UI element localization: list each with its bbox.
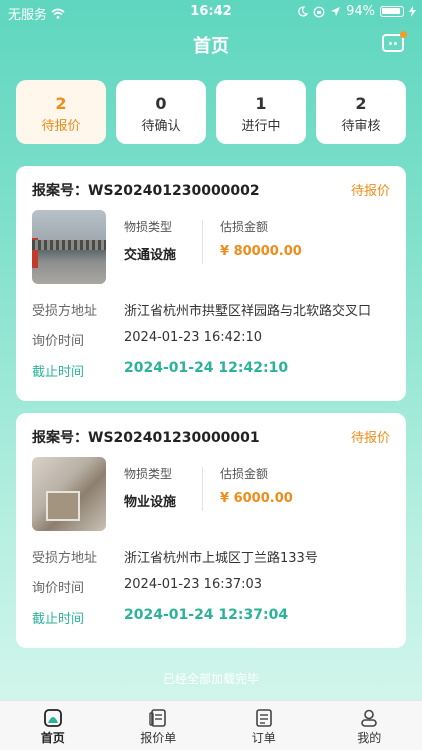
tab-count: 1: [255, 94, 267, 113]
address-value: 浙江省杭州市拱墅区祥园路与北软路交叉口: [124, 304, 372, 319]
divider: [202, 467, 203, 511]
inquiry-time-value: 2024-01-23 16:37:03: [124, 577, 263, 592]
address-label: 受损方地址: [32, 304, 98, 319]
page-title: 首页: [193, 36, 229, 57]
tab-label: 待审核: [341, 119, 381, 134]
status-bar: 无服务 16:42 94%: [0, 0, 422, 24]
damage-type-value: 交通设施: [124, 248, 177, 263]
bottom-nav: 首页 报价单 订单 我的: [0, 700, 422, 750]
user-icon: [361, 709, 378, 727]
case-number: 报案号：WS202401230000002: [32, 180, 260, 200]
inquiry-time-label: 询价时间: [32, 581, 85, 596]
tab-pending-review[interactable]: 2 待审核: [316, 80, 406, 144]
amount-label: 估损金额: [220, 220, 269, 234]
moon-icon: [298, 6, 309, 17]
battery-percent: 94%: [346, 4, 375, 19]
inquiry-time-label: 询价时间: [32, 334, 85, 349]
amount-value: ¥ 6000.00: [220, 491, 293, 506]
tab-count: 0: [155, 94, 167, 113]
tab-label: 待确认: [141, 119, 181, 134]
tab-count: 2: [355, 94, 367, 113]
inquiry-time-value: 2024-01-23 16:42:10: [124, 330, 263, 345]
charging-icon: [409, 6, 416, 17]
nav-order[interactable]: 订单: [211, 701, 317, 750]
lock-rotation-icon: [313, 6, 325, 17]
case-card[interactable]: 报案号：WS202401230000002 待报价 物损类型 交通设施 估损金额…: [16, 166, 406, 401]
deadline-label: 截止时间: [32, 612, 85, 627]
damage-type-label: 物损类型: [124, 467, 173, 481]
load-complete-tip: 已经全部加载完毕: [162, 672, 259, 686]
battery-icon: [380, 6, 404, 17]
address-value: 浙江省杭州市上城区丁兰路133号: [124, 551, 318, 566]
case-no: WS202401230000001: [88, 430, 260, 446]
deadline-value: 2024-01-24 12:42:10: [124, 360, 289, 376]
damage-type-label: 物损类型: [124, 220, 173, 234]
case-label: 报案号：: [32, 183, 88, 199]
case-card[interactable]: 报案号：WS202401230000001 待报价 物损类型 物业设施 估损金额…: [16, 413, 406, 648]
amount-label: 估损金额: [220, 467, 269, 481]
tab-in-progress[interactable]: 1 进行中: [216, 80, 306, 144]
nav-quote[interactable]: 报价单: [106, 701, 212, 750]
divider: [202, 220, 203, 264]
order-icon: [255, 709, 272, 727]
nav-label: 我的: [357, 731, 382, 745]
amount-value: ¥ 80000.00: [220, 244, 302, 259]
damage-type-value: 物业设施: [124, 495, 177, 510]
nav-mine[interactable]: 我的: [317, 701, 422, 750]
damage-photo[interactable]: [32, 457, 106, 531]
nav-label: 首页: [40, 731, 65, 745]
tab-label: 待报价: [41, 119, 81, 134]
deadline-value: 2024-01-24 12:37:04: [124, 607, 289, 623]
message-badge: [400, 31, 407, 38]
tab-count: 2: [55, 94, 67, 113]
case-number: 报案号：WS202401230000001: [32, 427, 260, 447]
status-badge: 待报价: [350, 184, 390, 199]
quote-icon: [149, 709, 167, 727]
home-icon: [43, 709, 62, 727]
location-icon: [331, 7, 341, 16]
tab-pending-quote[interactable]: 2 待报价: [16, 80, 106, 144]
case-label: 报案号：: [32, 430, 88, 446]
damage-photo[interactable]: [32, 210, 106, 284]
nav-label: 订单: [251, 731, 276, 745]
tab-label: 进行中: [241, 119, 281, 134]
status-badge: 待报价: [350, 431, 390, 446]
tab-pending-confirm[interactable]: 0 待确认: [116, 80, 206, 144]
status-tabs: 2 待报价 0 待确认 1 进行中 2 待审核: [16, 80, 406, 144]
address-label: 受损方地址: [32, 551, 98, 566]
case-no: WS202401230000002: [88, 183, 260, 199]
nav-home[interactable]: 首页: [0, 701, 106, 750]
message-icon[interactable]: [382, 31, 407, 52]
nav-label: 报价单: [140, 731, 177, 745]
deadline-label: 截止时间: [32, 365, 85, 380]
